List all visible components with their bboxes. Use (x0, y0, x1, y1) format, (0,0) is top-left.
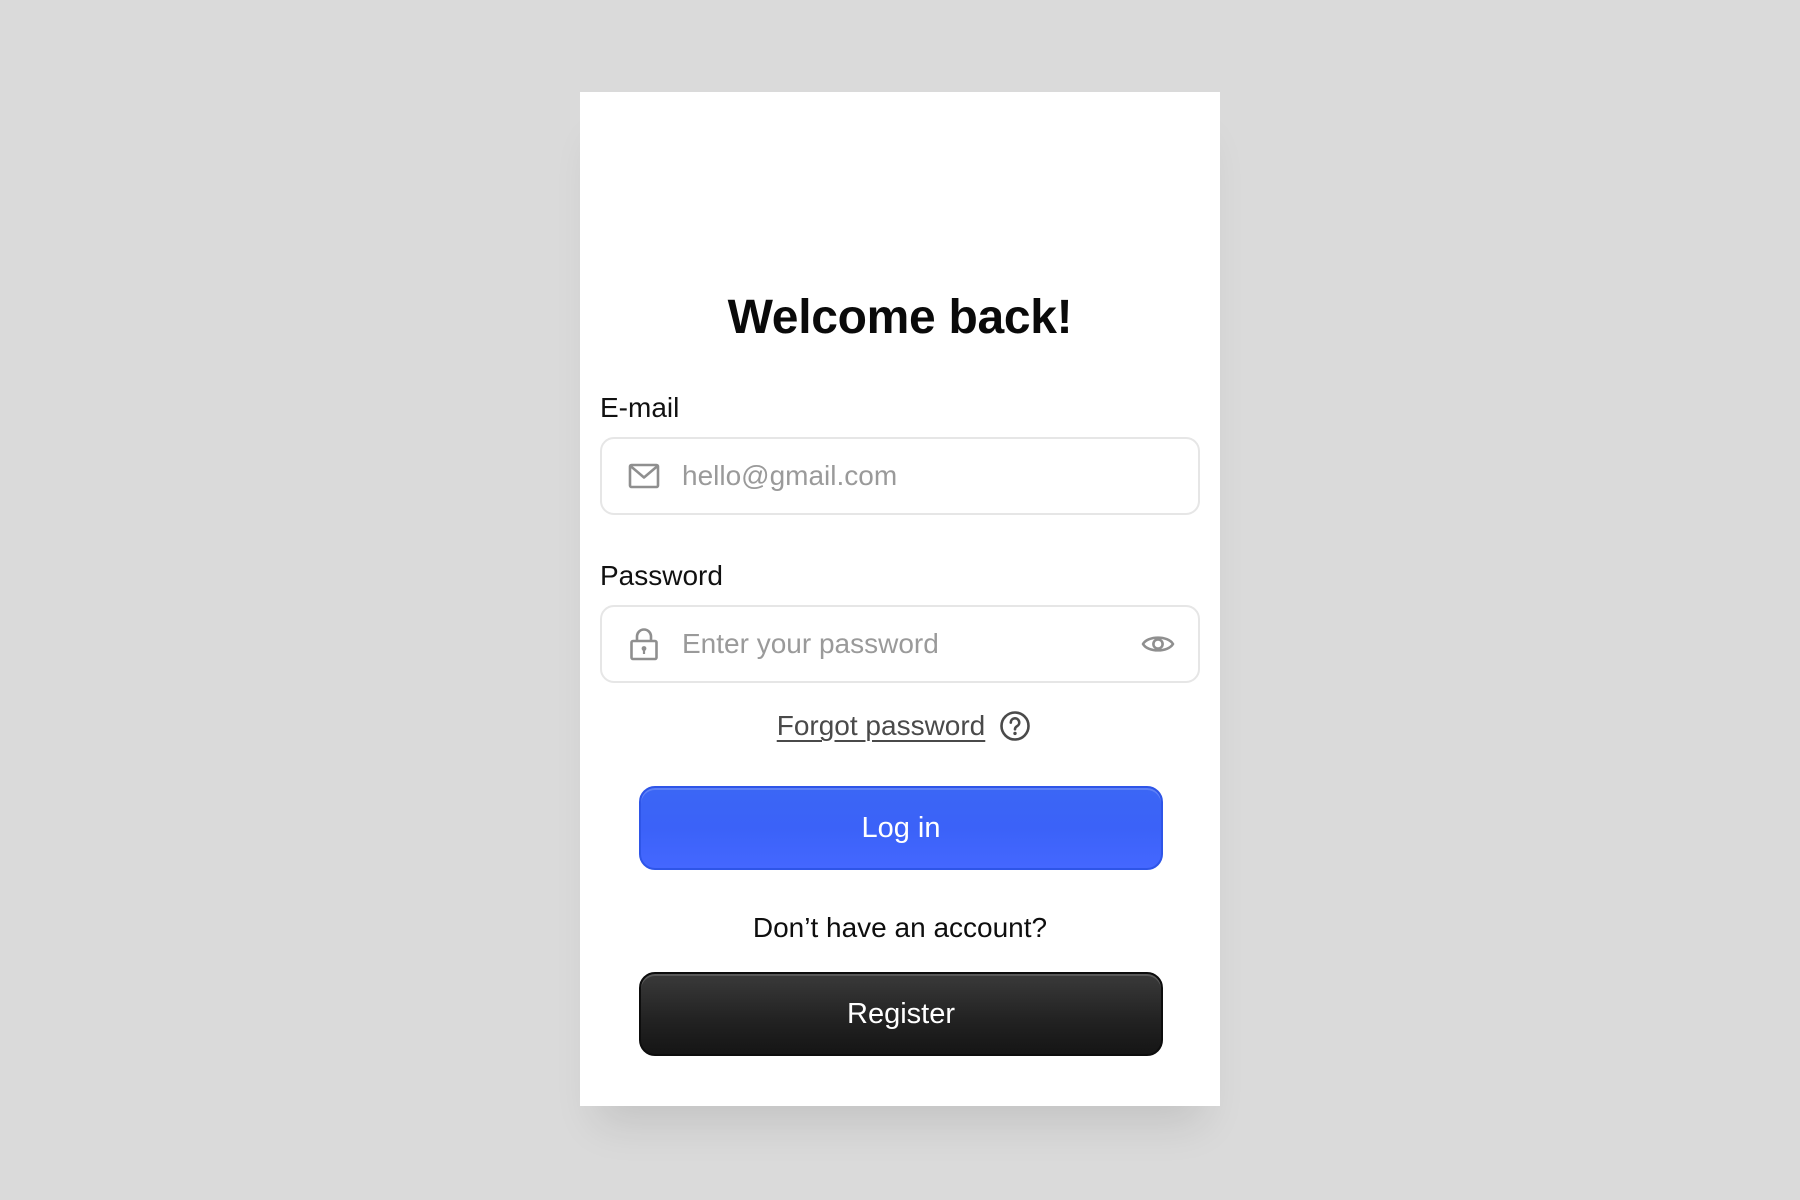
email-input[interactable]: hello@gmail.com (682, 460, 1176, 492)
login-button[interactable]: Log in (639, 786, 1163, 870)
page-title: Welcome back! (727, 291, 1073, 344)
mail-icon (628, 460, 660, 492)
help-circle-icon[interactable] (999, 710, 1031, 742)
eye-icon[interactable] (1140, 626, 1176, 662)
login-card: Welcome back! E-mail hello@gmail.com Pas… (580, 92, 1220, 1106)
no-account-text: Don’t have an account? (752, 912, 1048, 943)
forgot-password-row: Forgot password (580, 710, 1220, 742)
email-label: E-mail (600, 392, 680, 423)
password-field[interactable]: Enter your password (600, 605, 1200, 683)
email-field[interactable]: hello@gmail.com (600, 437, 1200, 515)
lock-icon (628, 628, 660, 661)
forgot-password-link[interactable]: Forgot password (777, 710, 986, 742)
password-label: Password (600, 560, 723, 591)
register-button[interactable]: Register (639, 972, 1163, 1056)
password-input[interactable]: Enter your password (682, 628, 1140, 660)
